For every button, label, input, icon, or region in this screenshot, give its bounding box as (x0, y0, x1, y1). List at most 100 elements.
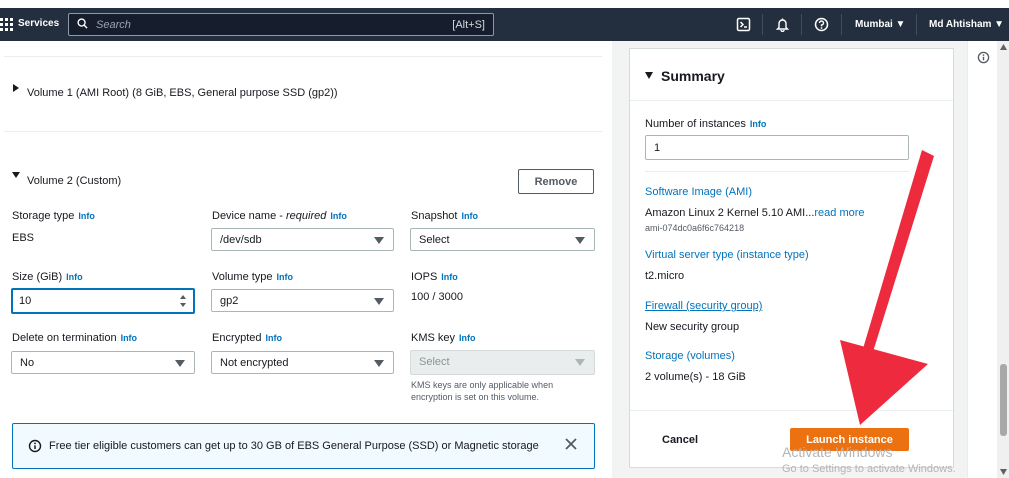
stepper-icon[interactable] (179, 294, 187, 308)
volume-type-label-text: Volume type (212, 271, 273, 283)
scroll-up-icon[interactable] (1000, 44, 1007, 50)
software-image-link[interactable]: Software Image (AMI) (645, 186, 752, 198)
kms-note-line: KMS keys are only applicable when (411, 380, 554, 390)
info-link[interactable]: Info (266, 333, 283, 343)
encrypted-label-text: Encrypted (212, 332, 262, 344)
info-link[interactable]: Info (78, 211, 95, 221)
info-circle-icon[interactable] (977, 51, 990, 64)
volume-type-select[interactable]: gp2 (211, 289, 394, 312)
help-icon[interactable] (814, 17, 829, 32)
kms-key-label: KMS key Info (411, 332, 476, 344)
search-icon (77, 18, 88, 29)
caret-down-icon (374, 360, 384, 367)
caret-down-icon (575, 237, 585, 244)
notifications-bell-icon[interactable] (775, 17, 790, 32)
caret-down-icon (175, 360, 185, 367)
delete-on-termination-label-text: Delete on termination (12, 332, 117, 344)
collapse-caret-icon[interactable] (12, 172, 20, 178)
watermark-subtitle: Go to Settings to activate Windows. (782, 463, 956, 475)
collapse-caret-icon[interactable] (645, 72, 653, 79)
encrypted-value: Not encrypted (220, 357, 289, 369)
alert-message: Free tier eligible customers can get up … (49, 440, 539, 452)
required-marker: required (285, 210, 327, 222)
info-link[interactable]: Info (330, 211, 347, 221)
info-link[interactable]: Info (277, 272, 294, 282)
encrypted-select[interactable]: Not encrypted (211, 351, 394, 374)
free-tier-alert: Free tier eligible customers can get up … (12, 423, 595, 469)
size-label: Size (GiB) Info (12, 271, 83, 283)
number-of-instances-label: Number of instances Info (645, 118, 766, 130)
search-shortcut: [Alt+S] (452, 19, 485, 31)
scroll-down-icon[interactable] (1000, 469, 1007, 475)
region-selector[interactable]: Mumbai ▼ (855, 19, 905, 30)
snapshot-value: Select (419, 234, 450, 246)
kms-key-value: Select (419, 356, 450, 368)
caret-down-icon (374, 237, 384, 244)
kms-note-line: encryption is set on this volume. (411, 392, 540, 402)
snapshot-label-text: Snapshot (411, 210, 458, 222)
firewall-link[interactable]: Firewall (security group) (645, 300, 762, 312)
snapshot-label: Snapshot Info (411, 210, 478, 222)
services-grid-icon[interactable] (0, 18, 13, 31)
storage-type-label: Storage type Info (12, 210, 95, 222)
instance-type-value: t2.micro (645, 270, 685, 282)
software-image-name: Amazon Linux 2 Kernel 5.10 AMI... (645, 207, 815, 219)
caret-down-icon (374, 298, 384, 305)
storage-value: 2 volume(s) - 18 GiB (645, 371, 746, 383)
kms-key-select: Select (410, 350, 595, 375)
device-name-label-text: Device name - (212, 210, 286, 222)
info-link[interactable]: Info (121, 333, 138, 343)
nav-divider (801, 14, 802, 35)
top-navigation: Services Search [Alt+S] Mumbai ▼ Md Ahti… (0, 0, 1009, 41)
info-link[interactable]: Info (750, 119, 767, 129)
expand-caret-icon[interactable] (13, 84, 19, 92)
number-of-instances-value: 1 (654, 142, 661, 154)
info-link[interactable]: Info (441, 272, 458, 282)
delete-on-termination-select[interactable]: No (11, 351, 195, 374)
search-input[interactable]: Search [Alt+S] (68, 13, 494, 36)
info-link[interactable]: Info (461, 211, 478, 221)
volume-1-toggle[interactable]: Volume 1 (AMI Root) (8 GiB, EBS, General… (27, 87, 338, 99)
aws-navbar: Services Search [Alt+S] Mumbai ▼ Md Ahti… (0, 8, 1009, 41)
scrollbar-thumb[interactable] (1000, 364, 1007, 436)
snapshot-select[interactable]: Select (410, 228, 595, 251)
volume-type-label: Volume type Info (212, 271, 293, 283)
summary-title: Summary (661, 68, 725, 84)
device-name-select[interactable]: /dev/sdb (211, 228, 394, 251)
volume-type-value: gp2 (220, 295, 239, 307)
size-input[interactable]: 10 (11, 288, 195, 314)
encrypted-label: Encrypted Info (212, 332, 282, 344)
iops-value: 100 / 3000 (411, 291, 463, 303)
nav-divider (841, 14, 842, 35)
device-name-label: Device name - required Info (212, 210, 347, 222)
kms-note: KMS keys are only applicable when encryp… (411, 379, 553, 403)
divider (4, 131, 602, 132)
annotation-arrow-icon (840, 150, 934, 425)
info-link[interactable]: Info (459, 333, 476, 343)
cloudshell-icon[interactable] (736, 17, 751, 32)
divider (4, 56, 602, 57)
services-menu[interactable]: Services (18, 18, 59, 29)
storage-type-value: EBS (12, 232, 35, 244)
nav-divider (916, 14, 917, 35)
search-placeholder: Search (96, 19, 131, 31)
ami-id: ami-074dc0a6f6c764218 (645, 223, 745, 233)
delete-on-termination-label: Delete on termination Info (12, 332, 137, 344)
iops-label-text: IOPS (411, 271, 438, 283)
account-menu[interactable]: Md Ahtisham ▼ (929, 19, 1004, 30)
info-link[interactable]: Info (66, 272, 83, 282)
cancel-button[interactable]: Cancel (662, 434, 698, 446)
iops-label: IOPS Info (411, 271, 458, 283)
device-name-value: /dev/sdb (220, 234, 262, 246)
firewall-value: New security group (645, 321, 740, 333)
remove-volume-button[interactable]: Remove (518, 169, 594, 194)
instance-type-link[interactable]: Virtual server type (instance type) (645, 249, 809, 261)
number-of-instances-label-text: Number of instances (645, 118, 746, 130)
nav-divider (762, 14, 763, 35)
size-label-text: Size (GiB) (12, 271, 63, 283)
storage-link[interactable]: Storage (volumes) (645, 350, 735, 362)
volume-2-toggle[interactable]: Volume 2 (Custom) (27, 175, 121, 187)
watermark-title: Activate Windows (782, 444, 893, 460)
close-icon[interactable] (564, 437, 578, 451)
caret-down-icon (575, 359, 585, 366)
